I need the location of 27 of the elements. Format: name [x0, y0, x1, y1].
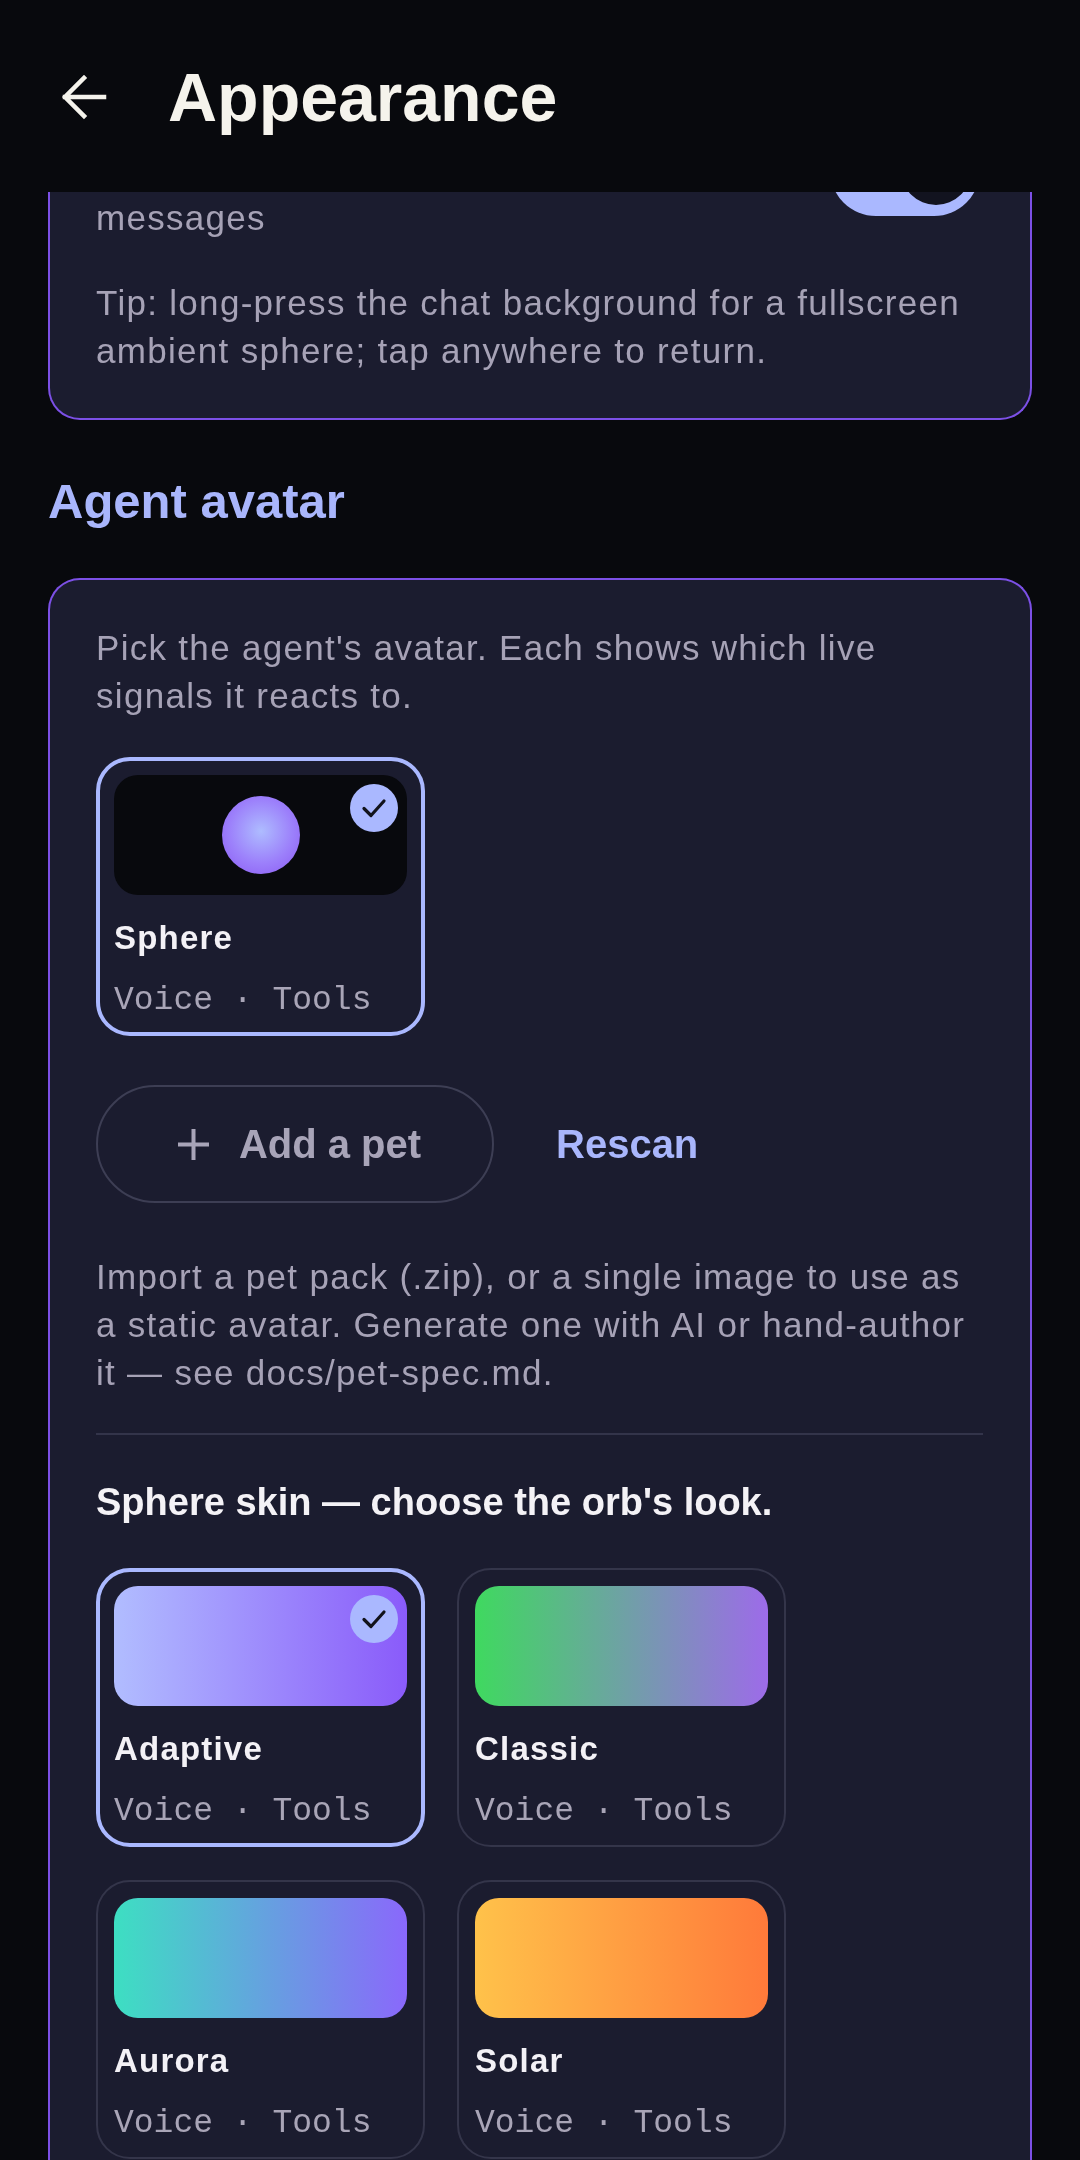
- skin-name: Adaptive: [114, 1729, 264, 1769]
- signal-labels: Voice · Tools: [475, 2104, 734, 2144]
- back-arrow-icon: [60, 73, 108, 121]
- check-icon: [350, 1595, 398, 1643]
- skin-option[interactable]: Classic Voice · Tools: [457, 1568, 786, 1847]
- avatar-option[interactable]: Sphere Voice · Tools: [96, 757, 425, 1036]
- signal-labels: Voice · Tools: [475, 1792, 734, 1832]
- section-heading: Agent avatar: [48, 473, 346, 530]
- skin-option[interactable]: Aurora Voice · Tools: [96, 1880, 425, 2159]
- avatar-name: Sphere: [114, 918, 235, 958]
- subsection-heading: Sphere skin — choose the orb's look.: [96, 1480, 774, 1525]
- signal-labels: Voice · Tools: [114, 1792, 373, 1832]
- skin-name: Classic: [475, 1729, 600, 1769]
- skin-name: Solar: [475, 2041, 565, 2081]
- tip-text: Tip: long-press the chat background for a fullscreen ambient sphere; tap anywhere to return.: [96, 282, 961, 372]
- skin-name: Aurora: [114, 2041, 231, 2081]
- skin-option[interactable]: Adaptive Voice · Tools: [96, 1568, 425, 1847]
- signal-labels: Voice · Tools: [114, 981, 373, 1021]
- rescan-button[interactable]: Rescan: [528, 1085, 727, 1203]
- skin-option[interactable]: Solar Voice · Tools: [457, 1880, 786, 2159]
- help-text: Import a pet pack (.zip), or a single image to use as a static avatar. Generate one with AI or hand-author it — see docs/pet-spec.md.: [96, 1256, 967, 1394]
- signal-labels: Voice · Tools: [114, 2104, 373, 2144]
- setting-label: messages: [96, 197, 266, 239]
- add-pet-button[interactable]: Add a pet: [96, 1085, 494, 1203]
- plus-icon: [176, 1127, 210, 1161]
- description-text: Pick the agent's avatar. Each shows which live signals it reacts to.: [96, 627, 878, 717]
- check-icon: [350, 784, 398, 832]
